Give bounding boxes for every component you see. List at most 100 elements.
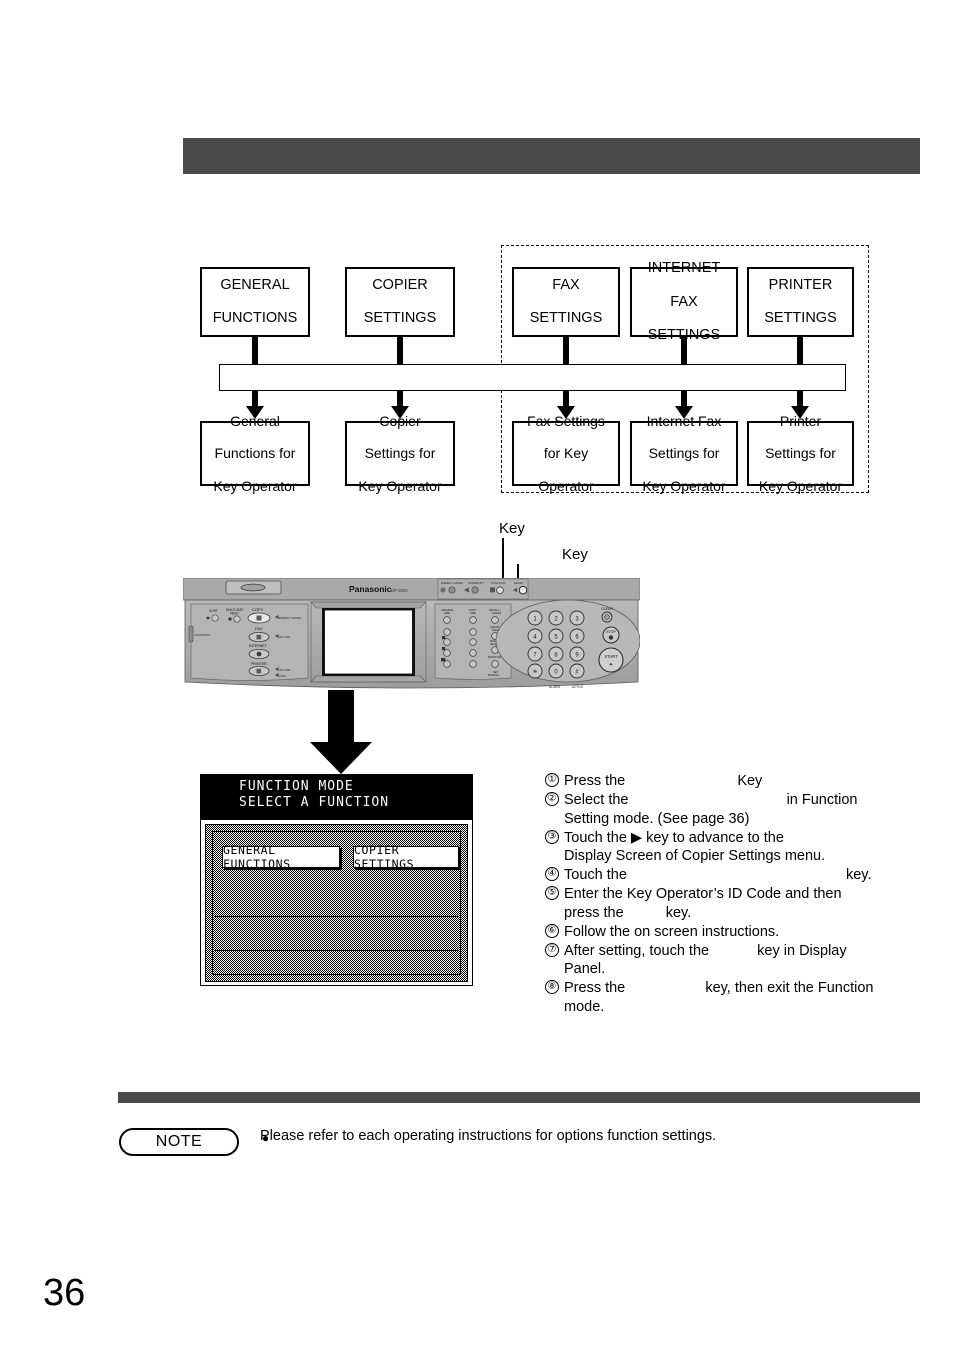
svg-text:FUNCTION: FUNCTION [491,581,505,585]
flow-box-general-functions-key-operator: General Functions for Key Operator [200,413,310,494]
flow-box-line: FAX [670,293,698,310]
page-header-bar [183,138,920,174]
step-text: key. [665,904,692,921]
step-text: Enter the Key Operator’s ID Code and the… [564,886,842,903]
step-continuation: Panel. [564,961,606,978]
flow-bus-label [220,365,845,375]
svg-text:FEED: FEED [230,612,239,616]
callout-reset-key-label: Key [562,546,588,563]
flow-connector-stub [681,337,687,364]
svg-text:ENERGY SAVER: ENERGY SAVER [441,581,463,585]
svg-text:FAX: FAX [255,626,263,631]
svg-text:ALARM: ALARM [549,685,560,689]
svg-text:CLEAR: CLEAR [492,611,501,615]
lcd-button-general-functions[interactable]: GENERAL FUNCTIONS [222,843,340,871]
step-text: Touch the ▶ key to advance to the [564,829,784,846]
step-item: ④ Touch the key. [545,866,945,885]
flow-box-printer-settings: PRINTER SETTINGS [747,267,854,337]
flow-box-line: FUNCTIONS [212,310,298,327]
flow-connector-stub [797,337,803,364]
flow-box-line: Printer [779,412,822,429]
step-number: ⑤ [545,886,559,901]
flow-box-line: SETTINGS [363,310,437,327]
svg-text:SIZE: SIZE [470,611,476,615]
svg-text:SORT: SORT [209,609,218,613]
svg-text:PRINTER: PRINTER [251,662,267,666]
step-text: Press the [564,980,626,997]
lcd-content-area: GENERAL FUNCTIONS COPIER SETTINGS [205,824,468,982]
svg-text:Panasonic: Panasonic [349,584,392,594]
svg-text:MONITOR: MONITOR [488,655,501,659]
step-item: ③ Touch the ▶ key to advance to the Disp… [545,829,945,867]
step-item: ② Select the in Function Setting mode. (… [545,791,945,829]
flow-big-arrow-head [310,742,372,774]
step-continuation: press the key. [564,904,945,923]
svg-text:DATA: DATA [279,674,286,678]
step-number: ⑦ [545,942,559,957]
flow-box-line: for Key [543,445,589,462]
flow-connector-stub [252,337,258,364]
svg-text:ON LINE: ON LINE [279,668,290,672]
lcd-divider [214,950,459,951]
step-number: ① [545,773,559,787]
svg-text:ENERGY SAVER: ENERGY SAVER [279,616,301,620]
step-text: Press the [564,773,626,789]
flow-bus-bar [219,364,846,391]
svg-text:START: START [604,654,618,659]
svg-text:RESET: RESET [514,581,524,585]
step-text: Key [737,773,763,789]
svg-text:COPY: COPY [252,607,264,612]
flow-box-copier-settings-key-operator: Copier Settings for Key Operator [345,413,455,494]
flow-box-line: Fax Settings [527,412,605,429]
flow-box-line: COPIER [372,276,428,293]
callout-function-key-label: Key [499,520,525,537]
flow-box-line: Key Operator [642,477,726,494]
lcd-title-bar: FUNCTION MODE SELECT A FUNCTION [201,775,472,820]
step-text: key. [845,867,872,884]
lcd-title-line-1: FUNCTION MODE [239,779,354,794]
step-number: ⑥ [545,923,559,938]
step-item: ⑦ After setting, touch the key in Displa… [545,942,945,980]
step-text: key, then exit the Function [705,980,874,997]
lcd-button-copier-settings[interactable]: COPIER SETTINGS [353,843,459,871]
flow-box-line: Settings for [765,445,836,462]
step-item: ⑧ Press the key, then exit the Function … [545,979,945,1017]
flow-box-general-functions: GENERAL FUNCTIONS [200,267,310,337]
lcd-inner-frame: GENERAL FUNCTIONS COPIER SETTINGS [212,831,461,975]
lcd-display-screen: FUNCTION MODE SELECT A FUNCTION GENERAL … [200,774,473,986]
procedure-steps-list: ① Press the Key ② Select the in Function… [545,772,945,1017]
flow-box-line: Operator [538,477,594,494]
flow-box-line: Copier [379,412,421,429]
step-item: ① Press the Key [545,772,945,791]
flow-box-line: Key Operator [358,477,442,494]
step-number: ⑧ [545,980,559,995]
step-text: Follow the on screen instructions. [564,923,780,940]
step-continuation: Setting mode. (See page 36) [564,810,750,827]
step-number: ② [545,791,559,806]
svg-text:✦: ✦ [609,662,613,668]
flow-box-fax-settings-key-operator: Fax Settings for Key Operator [512,413,620,494]
note-badge: NOTE [119,1128,239,1156]
flow-box-line: Settings for [364,445,436,462]
flow-box-line: SETTINGS [764,310,837,327]
step-item: ⑤ Enter the Key Operator’s ID Code and t… [545,885,945,923]
step-item: ⑥ Follow the on screen instructions. [545,923,945,942]
flow-box-line: GENERAL [220,276,290,293]
step-text: Touch the [564,867,627,884]
svg-text:ON LINE: ON LINE [279,635,290,639]
svg-text:DP-3000: DP-3000 [391,588,408,593]
flow-box-line: Settings for [648,445,720,462]
lcd-divider [214,916,459,917]
svg-text:STOP: STOP [606,630,616,634]
flow-box-line: Key Operator [758,477,843,494]
svg-text:INTERNET: INTERNET [249,644,268,648]
step-text: key in Display [757,942,847,959]
svg-text:ACTIVE: ACTIVE [572,685,584,689]
step-continuation: Display Screen of Copier Settings menu. [564,848,826,865]
svg-text:SIZE: SIZE [444,611,450,615]
flow-box-line: INTERNET [647,259,721,276]
flow-box-fax-settings: FAX SETTINGS [512,267,620,337]
note-text: Please refer to each operating instructi… [260,1128,717,1144]
step-text: After setting, touch the [564,942,710,959]
step-continuation: mode. [564,999,605,1016]
